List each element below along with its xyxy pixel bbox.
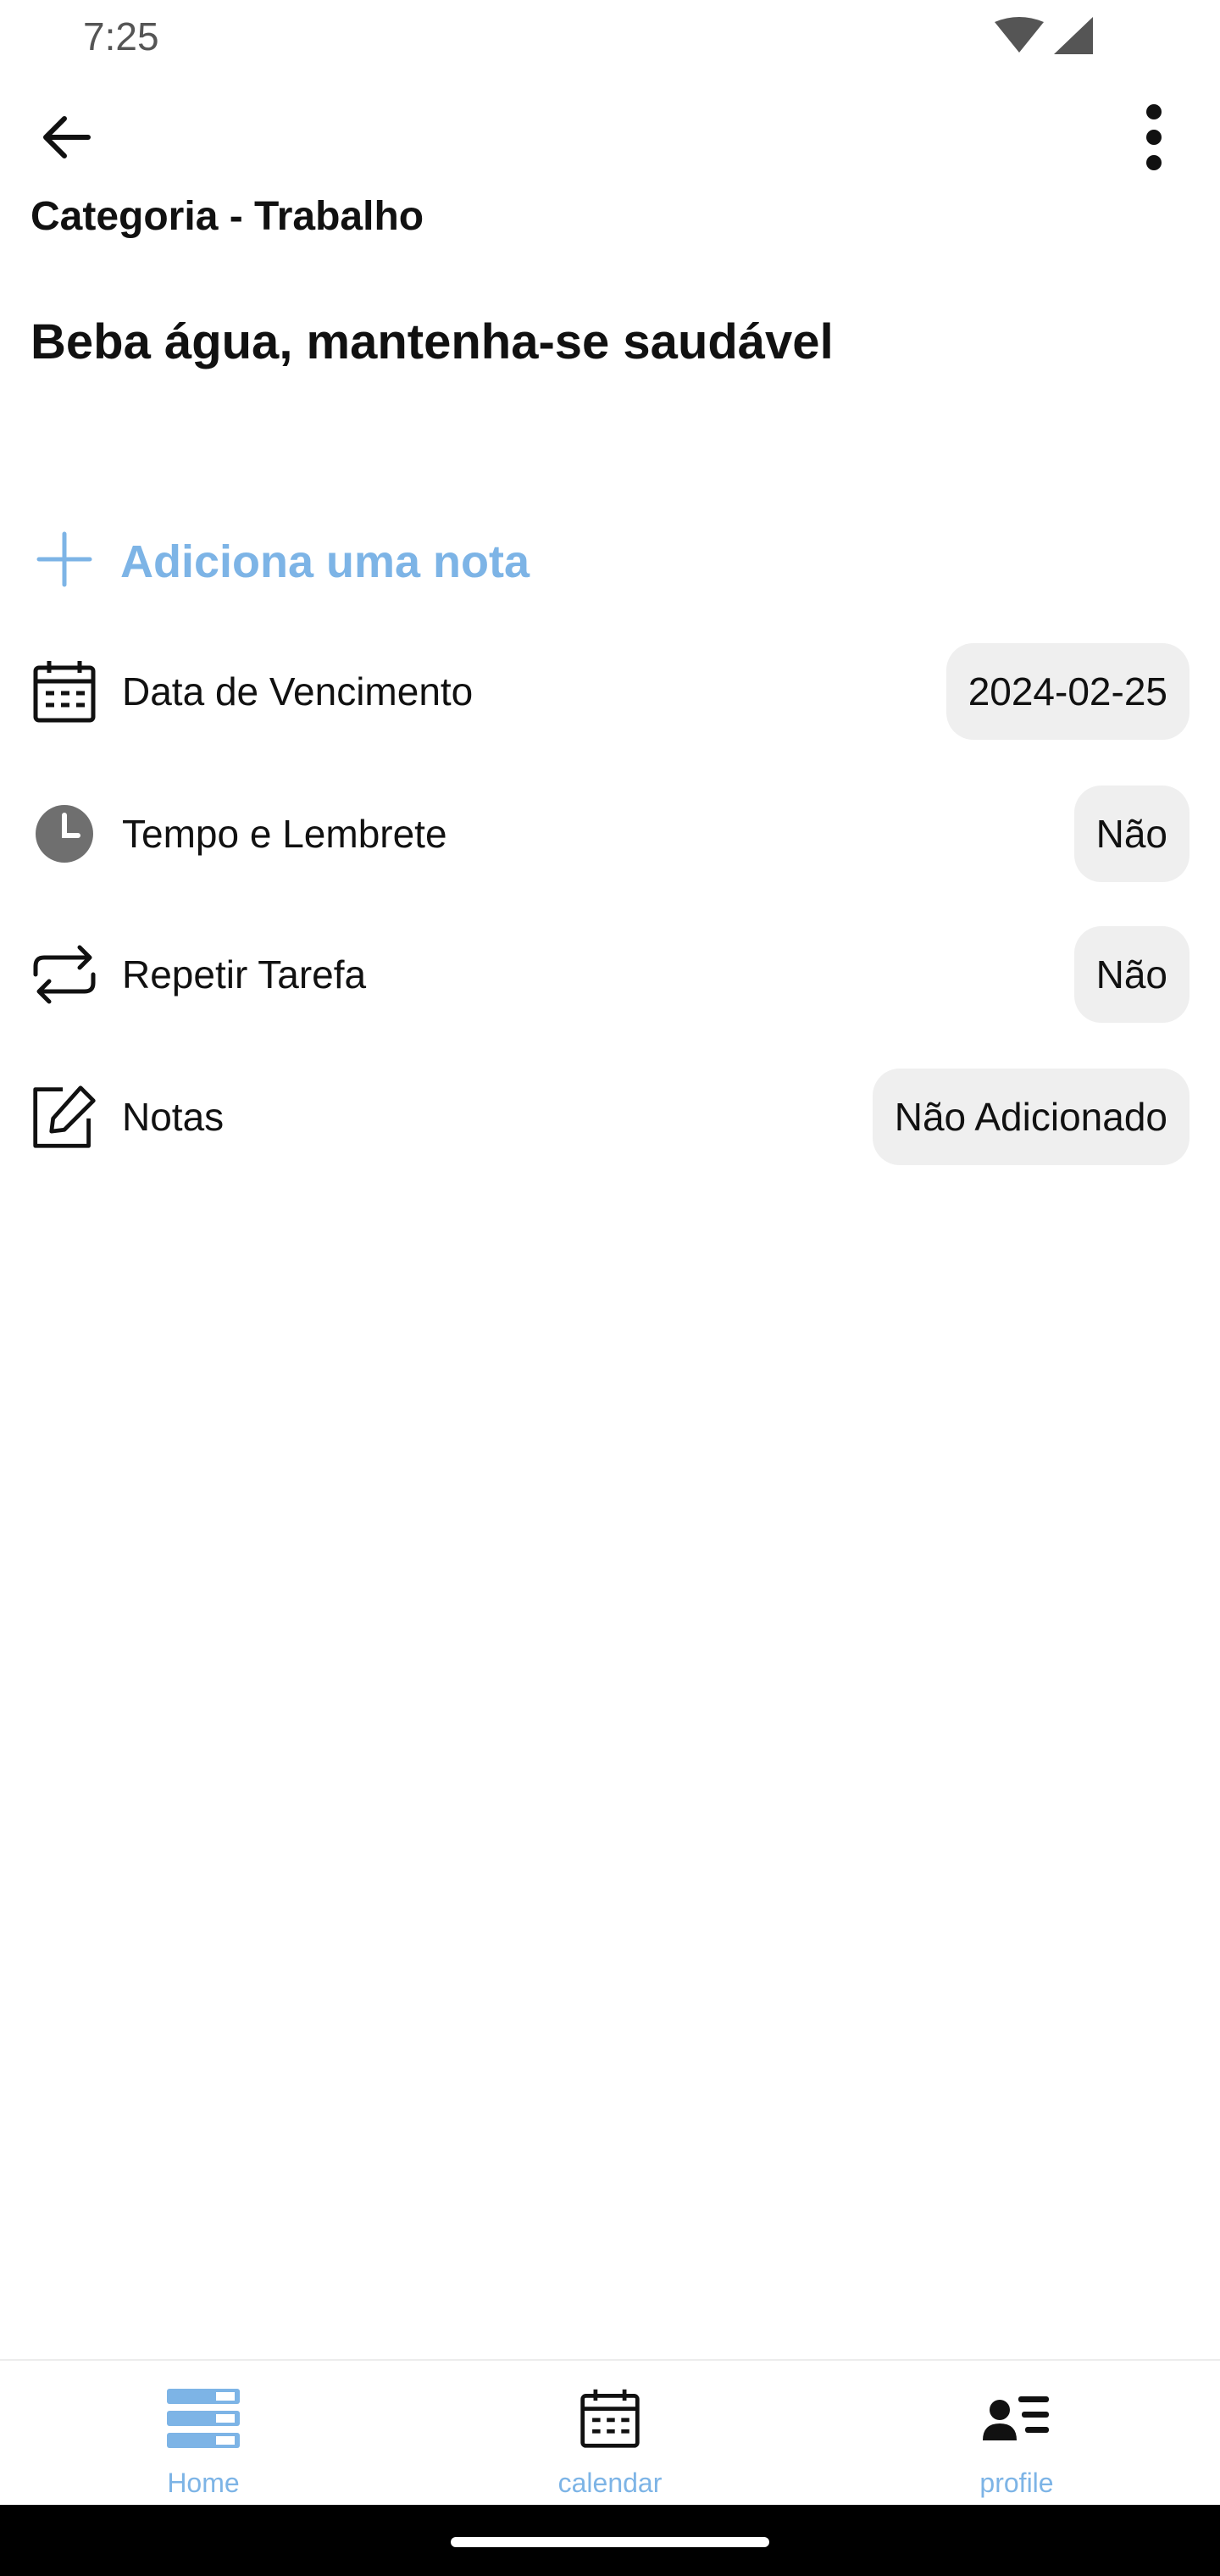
nav-home[interactable]: Home [76,2361,330,2507]
add-note-label: Adiciona uma nota [120,536,530,587]
system-navigation-bar [0,2505,1220,2576]
clock-icon [30,800,98,868]
arrow-back-icon [39,110,93,169]
bottom-navigation: Home calendar profile [0,2359,1220,2507]
time-reminder-chip[interactable]: Não [1073,786,1190,882]
app-bar [0,85,1220,195]
nav-calendar[interactable]: calendar [483,2361,737,2507]
wifi-icon [995,17,1044,58]
status-time: 7:25 [83,14,159,58]
category-label: Categoria - Trabalho [30,194,424,239]
repeat-icon [30,941,98,1008]
repeat-task-chip[interactable]: Não [1073,926,1190,1023]
due-date-label: Data de Vencimento [122,669,474,713]
status-bar: 7:25 [0,0,1220,76]
nav-profile[interactable]: profile [890,2361,1144,2507]
add-note-button[interactable]: Adiciona uma nota [30,525,530,597]
notes-chip[interactable]: Não Adicionado [872,1069,1190,1165]
time-reminder-label: Tempo e Lembrete [122,812,447,856]
edit-note-icon [30,1083,98,1151]
task-title[interactable]: Beba água, mantenha-se saudável [30,314,834,370]
nav-profile-label: profile [979,2468,1054,2498]
notes-label: Notas [122,1095,225,1139]
back-button[interactable] [29,102,103,176]
more-vert-icon [1144,103,1164,175]
plus-icon [30,525,98,597]
home-list-icon [163,2378,244,2459]
nav-calendar-label: calendar [557,2468,663,2498]
time-reminder-row[interactable]: Tempo e Lembrete Não [0,783,1220,885]
more-options-button[interactable] [1117,102,1191,176]
notes-row[interactable]: Notas Não Adicionado [0,1066,1220,1168]
due-date-chip[interactable]: 2024-02-25 [946,643,1190,740]
nav-home-label: Home [167,2468,240,2498]
calendar-icon [569,2378,651,2459]
due-date-row[interactable]: Data de Vencimento 2024-02-25 [0,641,1220,742]
repeat-task-label: Repetir Tarefa [122,952,367,997]
profile-list-icon [976,2378,1057,2459]
signal-icon [1054,17,1093,58]
repeat-task-row[interactable]: Repetir Tarefa Não [0,924,1220,1025]
calendar-icon [30,658,98,725]
home-gesture-handle[interactable] [451,2537,769,2547]
status-icons [995,17,1093,58]
